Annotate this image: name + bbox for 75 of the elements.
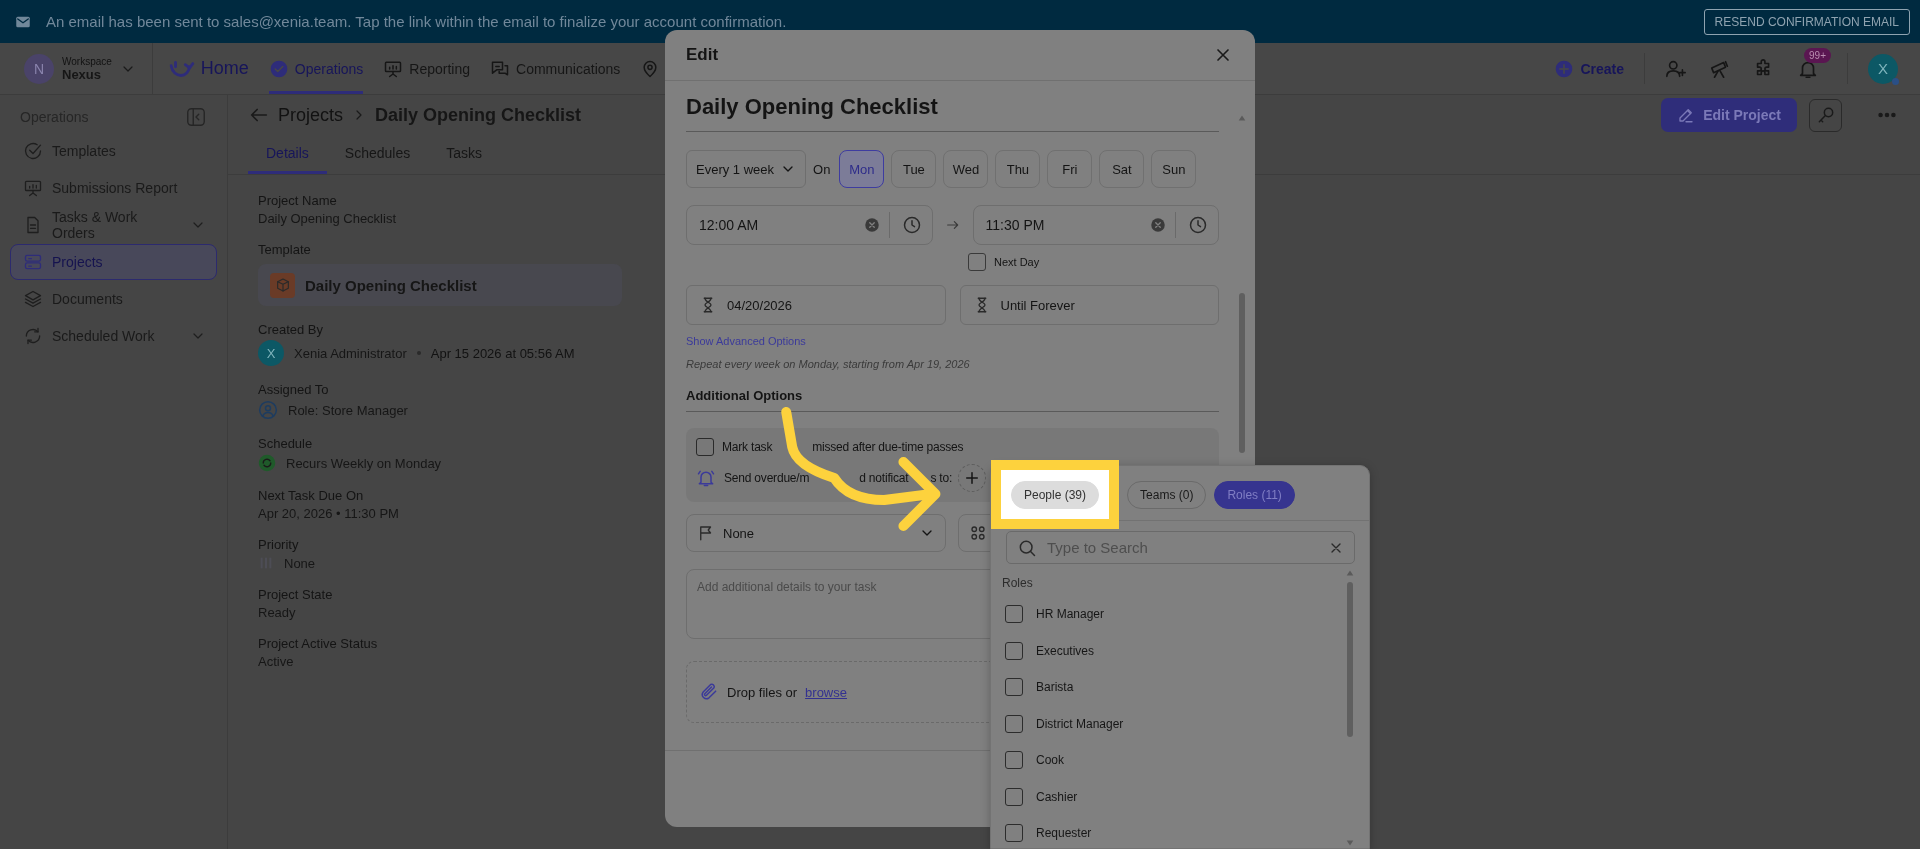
day-toggle[interactable]: Tue — [891, 150, 937, 188]
recurring-icon — [258, 454, 276, 472]
section-label: Roles — [1002, 576, 1034, 590]
role-option[interactable]: District Manager — [1036, 716, 1124, 731]
user-circle-icon — [258, 400, 278, 420]
priority-select[interactable]: None — [686, 514, 946, 552]
day-toggle[interactable]: Wed — [943, 150, 989, 188]
edit-project-button[interactable]: Edit Project — [1661, 98, 1797, 132]
bell-icon — [696, 468, 716, 488]
role-option[interactable]: Cook — [1036, 753, 1064, 768]
clock-icon — [901, 215, 922, 235]
check-circle-icon — [268, 58, 289, 79]
end-date-field[interactable]: Until Forever — [959, 285, 1219, 325]
role-checkbox[interactable] — [1005, 641, 1023, 660]
role-checkbox[interactable] — [1005, 605, 1023, 624]
section-title: Additional Options — [686, 388, 1219, 412]
clear-icon — [862, 216, 881, 234]
filter-tab[interactable]: People (39) — [1011, 481, 1100, 509]
time-field[interactable]: 12:00 AM — [686, 205, 933, 245]
next-day-label: Next Day — [994, 256, 1040, 268]
paperclip-icon — [699, 682, 719, 702]
filter-tab[interactable]: Roles (11) — [1214, 481, 1295, 509]
scroll-up-icon[interactable] — [1237, 113, 1247, 123]
role-option[interactable]: HR Manager — [1036, 607, 1105, 622]
key-button[interactable] — [1809, 98, 1842, 132]
clear-icon — [1149, 216, 1167, 234]
scroll-up-icon[interactable] — [1345, 568, 1355, 578]
role-checkbox[interactable] — [1005, 824, 1023, 843]
layers-icon — [23, 289, 43, 309]
browse-link[interactable]: browse — [805, 684, 847, 700]
dialog-title: Edit — [686, 45, 719, 65]
scroll-down-icon[interactable] — [1345, 838, 1355, 848]
scrollbar-thumb[interactable] — [1239, 293, 1245, 453]
task-title: Daily Opening Checklist — [686, 81, 1219, 132]
user-avatar: X — [258, 340, 284, 366]
banner-message: An email has been sent to sales@xenia.team. Tap the link within the email to finalize your account confirmation. — [46, 13, 788, 30]
role-checkbox[interactable] — [1005, 714, 1023, 733]
day-toggle[interactable]: Sat — [1099, 150, 1145, 188]
advanced-options-link[interactable]: Show Advanced Options — [686, 335, 1219, 347]
resend-button[interactable]: RESEND CONFIRMATION EMAIL — [1703, 8, 1910, 35]
day-toggle[interactable]: Mon — [839, 150, 885, 188]
check-circle-icon — [23, 141, 43, 161]
mark-missed-checkbox[interactable] — [696, 438, 714, 456]
repeat-summary: Repeat every week on Monday, starting from Apr 19, 2026 — [686, 358, 971, 370]
notification-badge: 99+ — [1804, 47, 1831, 63]
role-checkbox[interactable] — [1005, 678, 1023, 697]
workspace-avatar: N — [24, 53, 54, 84]
cycle-icon — [23, 326, 43, 346]
notify-label: Send overdue/m d notificat s to: — [724, 471, 953, 485]
role-option[interactable]: Requester — [1036, 826, 1092, 841]
collapse-sidebar-icon[interactable] — [185, 106, 207, 128]
start-date-field[interactable]: 04/20/2026 — [686, 285, 946, 325]
next-day-checkbox[interactable] — [968, 253, 986, 271]
pencil-icon — [1677, 106, 1696, 124]
role-option[interactable]: Barista — [1036, 680, 1074, 695]
scrollbar-thumb[interactable] — [1347, 582, 1353, 737]
role-checkbox[interactable] — [1005, 787, 1023, 806]
time-field[interactable]: 11:30 PM — [972, 205, 1219, 245]
grid-icon — [969, 524, 987, 542]
drop-files-label: Drop files or — [727, 684, 798, 700]
user-avatar[interactable]: X — [1868, 53, 1898, 84]
role-option[interactable]: Cashier — [1036, 789, 1078, 804]
cube-icon — [270, 272, 295, 298]
list-icon — [23, 252, 43, 272]
on-label: On — [813, 161, 831, 177]
day-toggle[interactable]: Thu — [995, 150, 1041, 188]
role-option[interactable]: Executives — [1036, 643, 1095, 658]
role-checkbox[interactable] — [1005, 751, 1023, 770]
mark-missed-label: Mark task missed after due-time passes — [722, 440, 964, 454]
clock-icon — [1188, 215, 1208, 235]
day-toggle[interactable]: Sun — [1151, 150, 1197, 188]
presentation-icon — [23, 178, 43, 198]
frequency-select[interactable]: Every 1 week — [686, 150, 807, 188]
day-toggle[interactable]: Fri — [1047, 150, 1093, 188]
plus-icon — [1554, 58, 1575, 79]
